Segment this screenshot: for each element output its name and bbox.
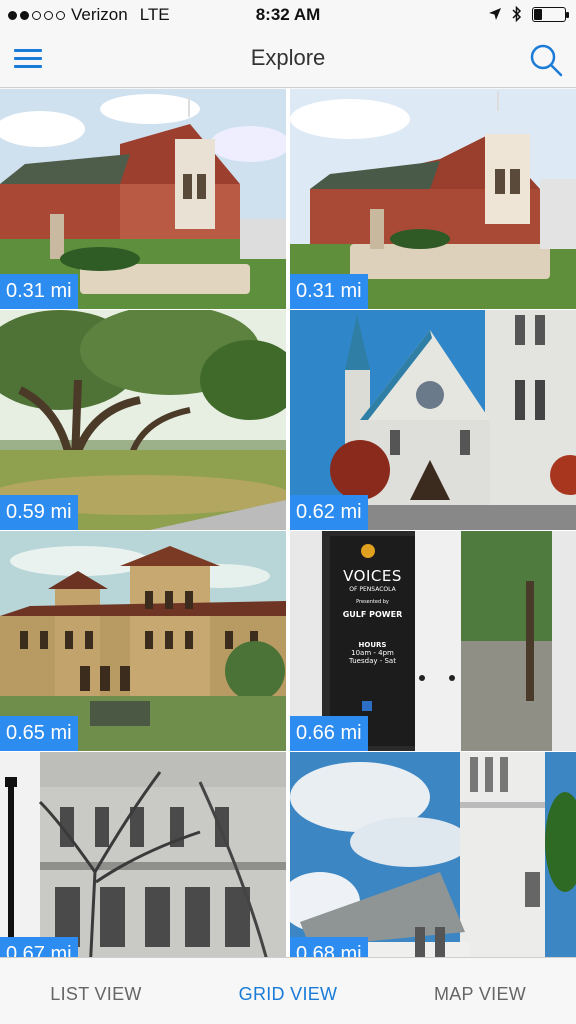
tab-map-view[interactable]: MAP VIEW — [384, 958, 576, 1024]
page-title: Explore — [250, 45, 326, 70]
place-tile[interactable]: 0.31 mi — [290, 89, 576, 309]
place-tile[interactable]: 0.62 mi — [290, 310, 576, 530]
distance-badge: 0.66 mi — [290, 716, 368, 751]
place-tile[interactable]: 0.65 mi — [0, 531, 286, 751]
status-right — [488, 5, 569, 23]
battery-fill — [534, 8, 542, 20]
door-sign-title: VOICES — [343, 567, 402, 585]
bluetooth-icon — [512, 5, 522, 23]
bottom-tab-bar: LIST VIEW GRID VIEW MAP VIEW — [0, 957, 576, 1024]
distance-badge: 0.62 mi — [290, 495, 368, 530]
search-icon[interactable] — [528, 42, 564, 78]
explore-grid: 0.31 mi 0.31 mi 0.59 mi 0.62 mi 0.65 mi … — [0, 89, 576, 957]
place-tile[interactable]: VOICES OF PENSACOLA Presented by GULF PO… — [290, 531, 576, 751]
door-sign-presented: Presented by — [356, 599, 389, 605]
door-sign-sponsor: GULF POWER — [342, 610, 403, 619]
door-sign-hours-title: HOURS — [358, 641, 387, 649]
location-arrow-icon — [489, 8, 501, 20]
distance-badge: 0.59 mi — [0, 495, 78, 530]
place-tile[interactable]: 0.59 mi — [0, 310, 286, 530]
chapel-photo — [290, 752, 576, 957]
distance-badge: 0.31 mi — [290, 274, 368, 309]
status-bar: Verizon LTE 8:32 AM — [0, 0, 576, 30]
battery-icon — [532, 6, 569, 22]
navbar: Explore — [0, 30, 576, 88]
door-sign: VOICES OF PENSACOLA Presented by GULF PO… — [330, 567, 415, 665]
distance-badge: 0.67 mi — [0, 937, 78, 957]
door-sign-subtitle: OF PENSACOLA — [349, 586, 396, 593]
tab-list-view[interactable]: LIST VIEW — [0, 958, 192, 1024]
historic-building-photo — [0, 752, 286, 957]
place-tile[interactable]: 0.68 mi — [290, 752, 576, 957]
place-tile[interactable]: 0.67 mi — [0, 752, 286, 957]
place-tile[interactable]: 0.31 mi — [0, 89, 286, 309]
distance-badge: 0.65 mi — [0, 716, 78, 751]
door-sign-days: Tuesday - Sat — [349, 657, 396, 665]
distance-badge: 0.68 mi — [290, 937, 368, 957]
distance-badge: 0.31 mi — [0, 274, 78, 309]
door-sign-hours: 10am - 4pm — [351, 649, 394, 657]
tab-grid-view[interactable]: GRID VIEW — [192, 958, 384, 1024]
